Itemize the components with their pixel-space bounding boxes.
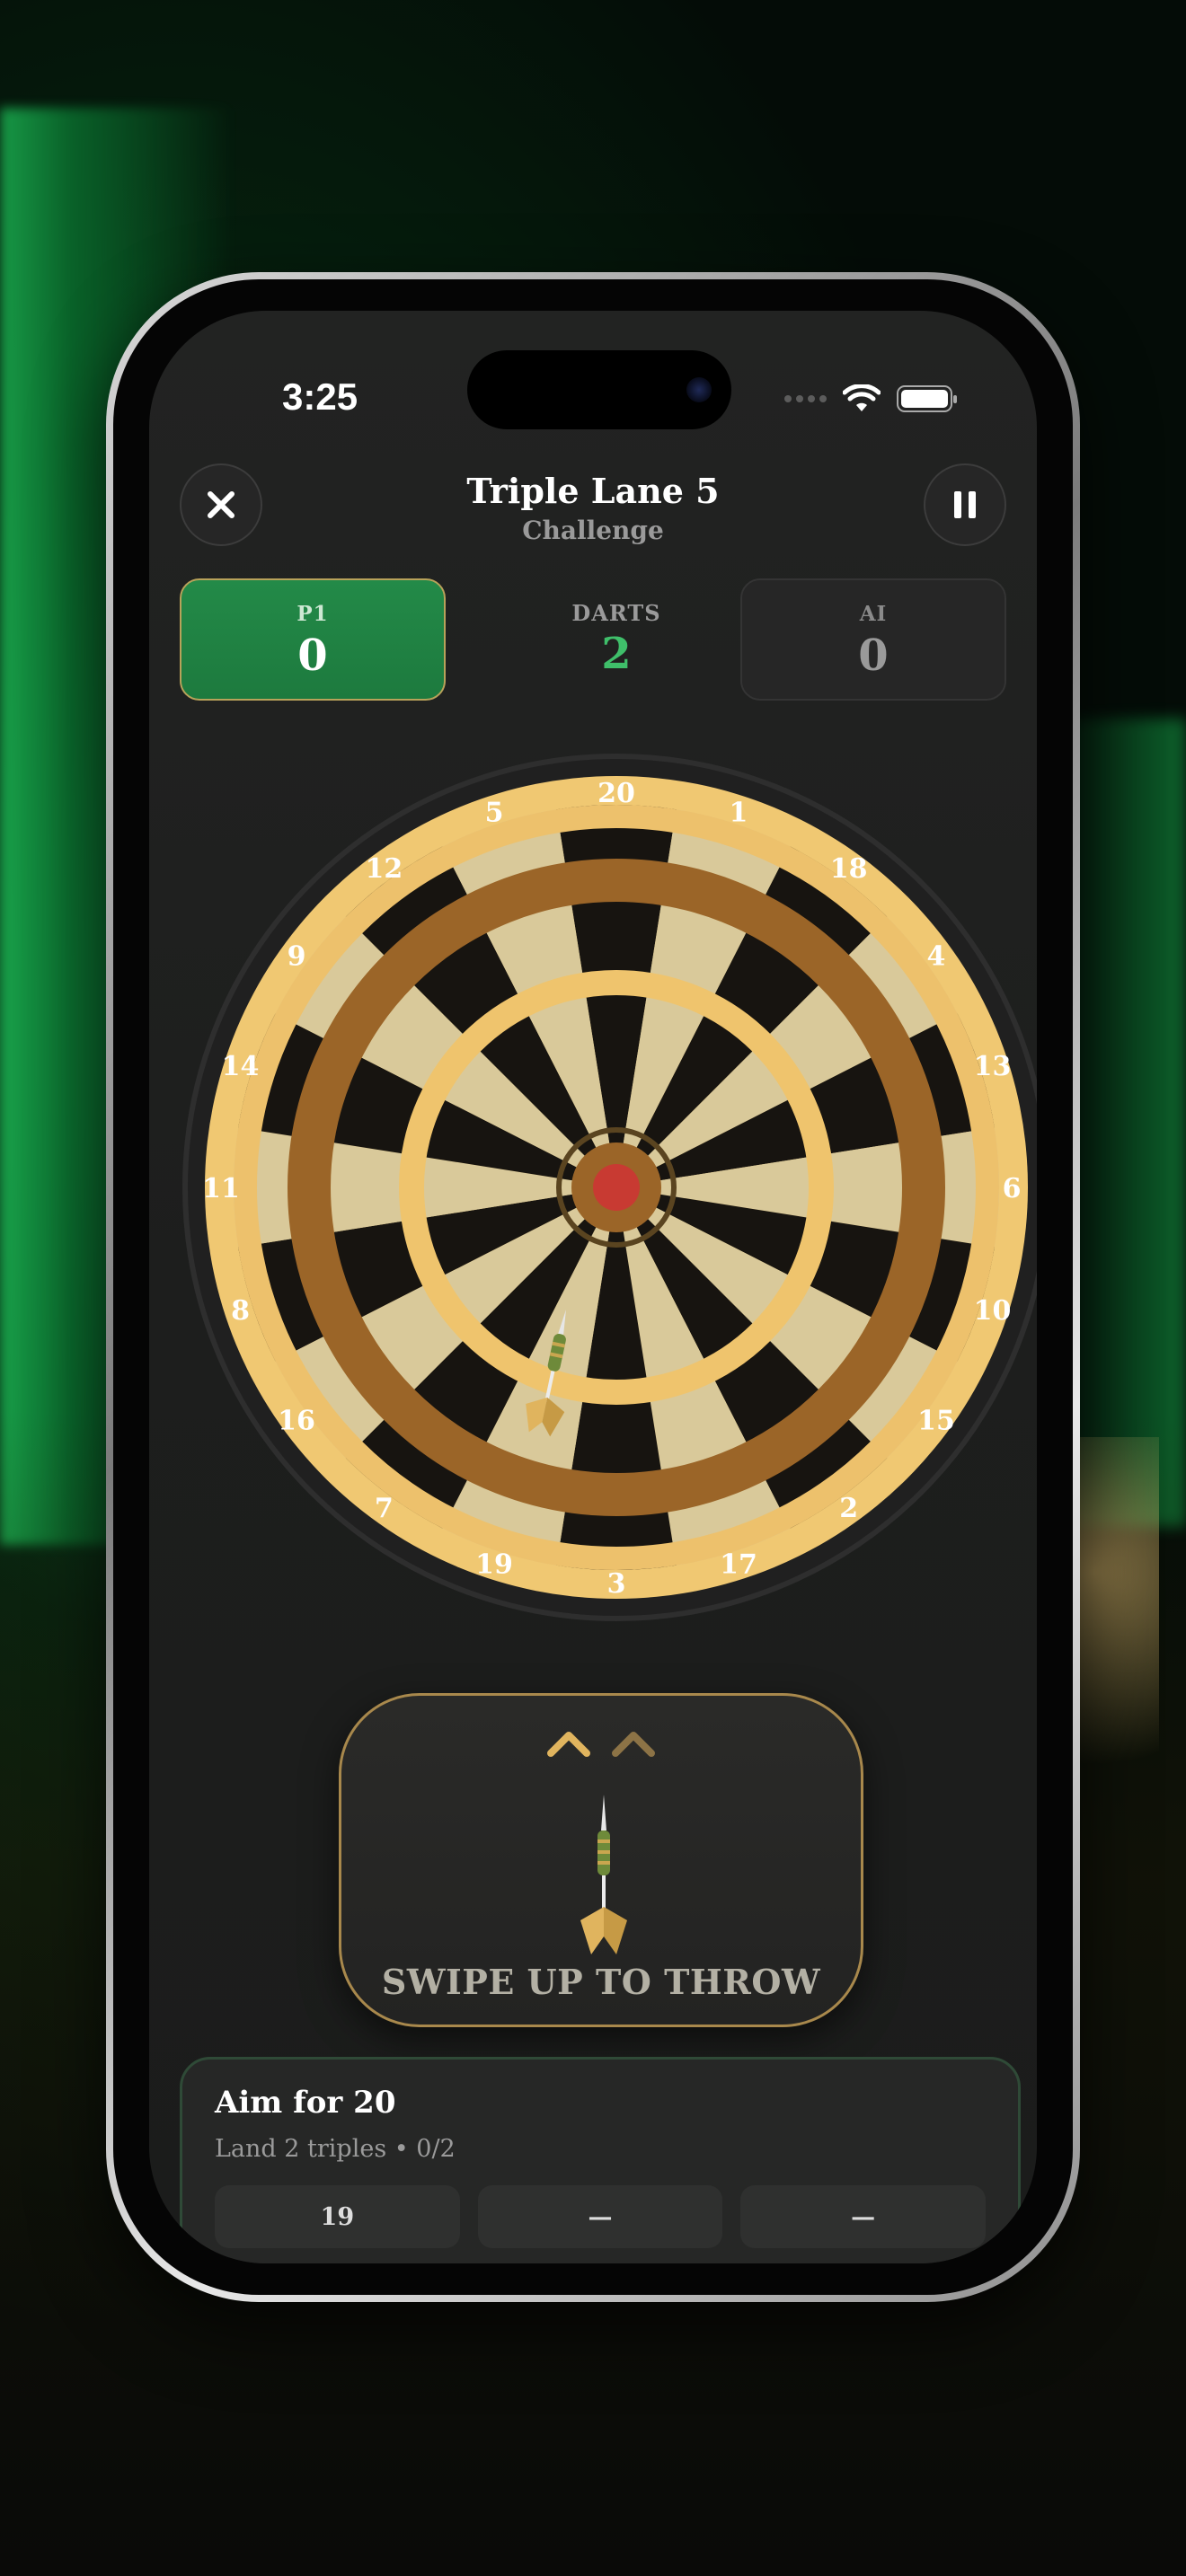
dartboard[interactable]: 20 1 18 4 13 6 10 15 2 17 3 19 7 16 8 11 14 9 12 5	[180, 751, 1037, 1624]
chevron-up-icon	[612, 1732, 655, 1757]
app-screen: 3:25 Triple Lane 5 Challenge P1 0 DARTS …	[149, 311, 1037, 2263]
board-number: 19	[475, 1548, 513, 1580]
board-number: 14	[222, 1051, 260, 1082]
phone-bezel: 3:25 Triple Lane 5 Challenge P1 0 DARTS …	[113, 279, 1073, 2295]
board-number: 13	[974, 1051, 1012, 1082]
board-number: 12	[365, 853, 403, 885]
board-number: 3	[607, 1568, 626, 1600]
ai-score: 0	[858, 631, 889, 681]
swipe-instruction: SWIPE UP TO THROW	[381, 1962, 821, 2002]
dart-icon	[580, 1795, 627, 1954]
chevron-up-icon	[547, 1732, 590, 1757]
battery-icon	[897, 385, 957, 412]
dynamic-island	[467, 350, 731, 429]
cellular-signal-icon	[784, 395, 827, 402]
ai-score-card: AI 0	[740, 578, 1006, 701]
bullseye	[593, 1164, 640, 1211]
camera-icon	[686, 377, 712, 402]
pause-button[interactable]	[924, 463, 1006, 546]
throw-slot: —	[477, 2185, 723, 2248]
player1-label: P1	[296, 602, 329, 626]
board-number: 15	[917, 1406, 955, 1437]
throw-slots: 19 — —	[215, 2185, 987, 2248]
board-number: 4	[927, 940, 946, 972]
board-number: 7	[375, 1493, 394, 1524]
darts-remaining: DARTS 2	[509, 578, 724, 701]
board-number: 11	[202, 1173, 240, 1204]
board-number: 18	[830, 853, 868, 885]
pause-icon	[954, 491, 976, 518]
board-number: 17	[720, 1548, 757, 1580]
throw-slot: 19	[215, 2185, 460, 2248]
board-number: 5	[485, 798, 504, 829]
status-time: 3:25	[282, 375, 358, 418]
board-number: 1	[730, 798, 748, 829]
swipe-chevrons	[341, 1728, 861, 1759]
page-subtitle: Challenge	[522, 516, 664, 545]
board-number: 20	[597, 778, 635, 809]
darts-label: DARTS	[571, 600, 661, 626]
status-icons	[784, 384, 957, 413]
darts-count: 2	[601, 629, 632, 679]
board-number: 16	[278, 1406, 315, 1437]
challenge-card: Aim for 20 Land 2 triples • 0/2 19 — —	[180, 2057, 1021, 2263]
ai-label: AI	[859, 602, 888, 626]
dartboard-svg[interactable]: 20 1 18 4 13 6 10 15 2 17 3 19 7 16 8 11 14 9 12 5	[180, 751, 1037, 1624]
player1-score: 0	[297, 631, 328, 681]
throw-swipe-pad[interactable]: SWIPE UP TO THROW	[339, 1693, 863, 2027]
wifi-icon	[843, 384, 881, 411]
throw-slot: —	[740, 2185, 987, 2248]
phone-frame: 3:25 Triple Lane 5 Challenge P1 0 DARTS …	[106, 272, 1080, 2302]
challenge-progress: Land 2 triples • 0/2	[215, 2135, 456, 2163]
page-title: Triple Lane 5	[466, 471, 720, 511]
board-number: 8	[231, 1295, 250, 1327]
challenge-title: Aim for 20	[215, 2085, 396, 2121]
player1-score-card: P1 0	[180, 578, 446, 701]
board-number: 6	[1003, 1173, 1022, 1204]
board-number: 10	[974, 1295, 1012, 1327]
board-number: 9	[288, 940, 306, 972]
board-number: 2	[839, 1493, 858, 1524]
